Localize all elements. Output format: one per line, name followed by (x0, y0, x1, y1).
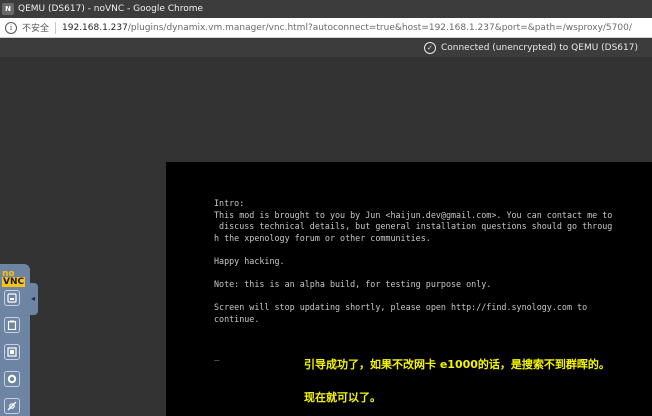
check-icon: ✓ (423, 41, 436, 54)
url-host: 192.168.1.237 (62, 22, 128, 33)
window-title-bar: N QEMU (DS617) - noVNC - Google Chrome (0, 0, 652, 18)
annotation-line-2: 现在就可以了。 (304, 391, 381, 404)
novnc-control-bar: no VNC (0, 264, 30, 416)
control-bar-handle[interactable]: ◂ (30, 283, 38, 315)
annotation-line-1: 引导成功了，如果不改网卡 e1000的话，是搜索不到群晖的。 (304, 358, 610, 371)
gear-icon (7, 374, 17, 384)
keyboard-button[interactable] (4, 290, 20, 306)
connection-status: Connected (unencrypted) to QEMU (DS617) (440, 42, 638, 53)
info-icon[interactable]: i (5, 21, 17, 34)
url-text[interactable]: 192.168.1.237/plugins/dynamix.vm.manager… (62, 23, 632, 33)
divider (55, 21, 57, 34)
console-output: Intro: This mod is brought to you by Jun… (214, 198, 613, 324)
clipboard-button[interactable] (4, 317, 20, 333)
security-label[interactable]: 不安全 (22, 21, 49, 34)
address-bar[interactable]: i 不安全 192.168.1.237/plugins/dynamix.vm.m… (0, 18, 652, 38)
keyboard-icon (7, 293, 17, 303)
console-cursor: _ (214, 352, 220, 362)
url-path: /plugins/dynamix.vm.manager/vnc.html?aut… (127, 22, 632, 33)
novnc-logo: no VNC (2, 269, 26, 287)
connection-status-bar: ✓ Connected (unencrypted) to QEMU (DS617… (0, 38, 652, 57)
chevron-left-icon: ◂ (31, 294, 36, 303)
disconnect-button[interactable] (4, 398, 20, 414)
fullscreen-icon (7, 347, 17, 357)
novnc-app-icon: N (2, 3, 14, 15)
fullscreen-button[interactable] (4, 344, 20, 360)
clipboard-icon (7, 320, 17, 330)
window-title: QEMU (DS617) - noVNC - Google Chrome (18, 4, 204, 14)
settings-button[interactable] (4, 371, 20, 387)
vm-screen[interactable]: Intro: This mod is brought to you by Jun… (166, 162, 652, 416)
disconnect-icon (7, 401, 17, 411)
